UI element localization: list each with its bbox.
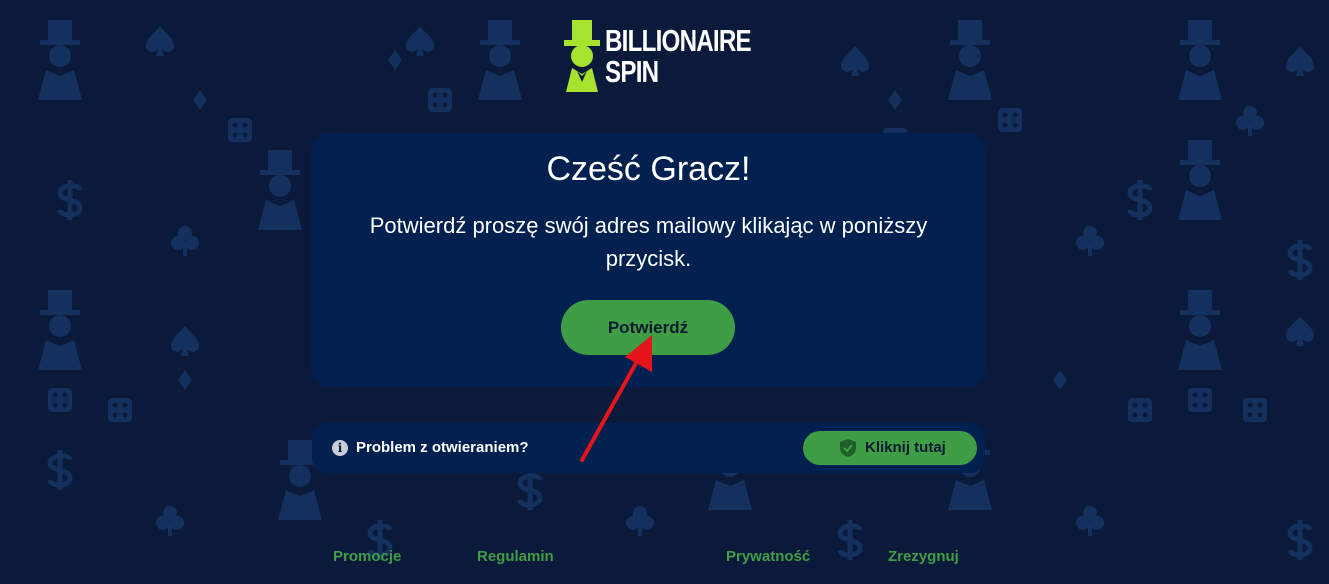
brand-name: BILLIONAIRE SPIN bbox=[605, 23, 752, 89]
footer-link-promotions[interactable]: Promocje bbox=[333, 548, 401, 565]
help-question: Problem z otwieraniem? bbox=[356, 439, 529, 456]
click-here-label: Kliknij tutaj bbox=[865, 439, 946, 456]
footer-link-privacy[interactable]: Prywatność bbox=[726, 548, 810, 565]
greeting-title: Cześć Gracz! bbox=[546, 150, 751, 188]
tophat-man-logo-icon bbox=[564, 20, 600, 92]
confirmation-message: Potwierdź proszę swój adres mailowy klik… bbox=[369, 213, 928, 271]
confirmation-card: Cześć Gracz! Potwierdź proszę swój adres… bbox=[311, 133, 986, 387]
click-here-button[interactable]: Kliknij tutaj bbox=[803, 431, 977, 465]
shield-icon bbox=[840, 439, 856, 457]
confirm-button[interactable]: Potwierdź bbox=[561, 300, 735, 355]
help-bar: i Problem z otwieraniem? Kliknij tutaj bbox=[312, 423, 985, 473]
footer-link-terms[interactable]: Regulamin bbox=[477, 548, 554, 565]
footer-link-unsubscribe[interactable]: Zrezygnuj bbox=[888, 548, 959, 565]
info-icon: i bbox=[332, 440, 348, 456]
brand-logo: BILLIONAIRE SPIN bbox=[560, 16, 752, 94]
